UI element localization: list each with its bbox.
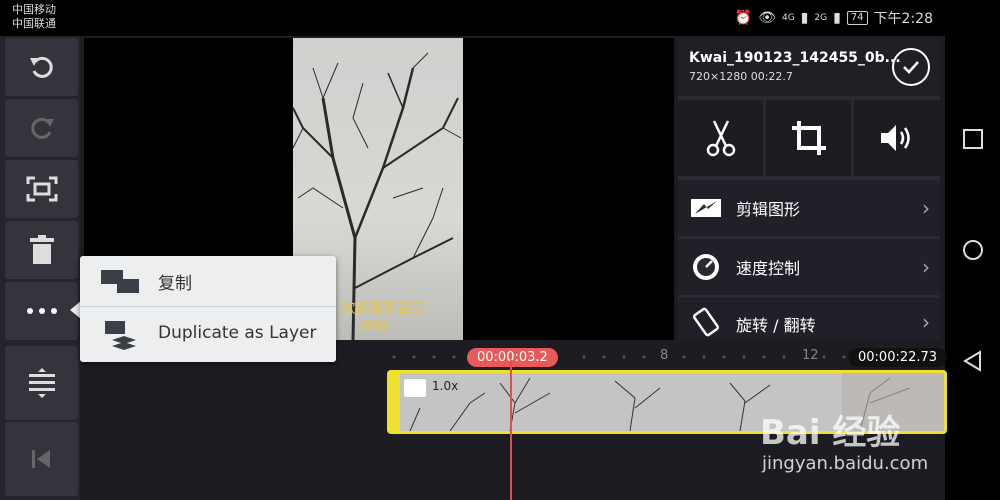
tick-label-8: 8 [660, 348, 669, 363]
duplicate-item[interactable]: 复制 [80, 256, 336, 306]
fullscreen-button[interactable] [5, 160, 78, 218]
status-bar: 中国移动 中国联通 ⏰ 👁 4G ▮ 2G ▮ 74 下午2:28 [0, 0, 945, 36]
signal-2g: 2G [814, 13, 828, 23]
alarm-icon: ⏰ [734, 10, 753, 26]
battery-indicator: 74 [846, 11, 868, 25]
eye-icon: 👁 [758, 10, 776, 26]
recents-button[interactable] [962, 128, 984, 150]
status-icons: ⏰ 👁 4G ▮ 2G ▮ 74 下午2:28 [735, 8, 933, 28]
popup-divider [80, 306, 336, 307]
duplicate-as-layer-label: Duplicate as Layer [158, 323, 317, 343]
menu-rotate-flip[interactable]: 旋转 / 翻转 › [678, 298, 940, 340]
carrier-1: 中国移动 [12, 3, 56, 16]
scissors-icon [706, 120, 735, 157]
duplicate-label: 复制 [158, 273, 192, 294]
duplicate-as-layer-item[interactable]: Duplicate as Layer [80, 308, 336, 358]
current-time: 00:00:03.2 [467, 348, 558, 367]
check-icon [903, 61, 919, 74]
rotate-icon [690, 306, 722, 338]
trash-icon [29, 235, 54, 264]
redo-button[interactable] [5, 99, 78, 157]
chevron-right-icon: › [922, 255, 930, 279]
clock: 下午2:28 [873, 11, 933, 27]
baidu-watermark-url: jingyan.baidu.com [762, 453, 929, 474]
redo-icon [30, 117, 54, 139]
more-icon [26, 308, 57, 314]
carrier-2: 中国联通 [12, 17, 56, 30]
menu-label: 旋转 / 翻转 [736, 316, 816, 335]
more-button[interactable] [5, 282, 78, 340]
signal-4g: 4G [781, 13, 795, 23]
chevron-right-icon: › [922, 196, 930, 220]
volume-icon [881, 125, 910, 151]
playhead[interactable] [510, 360, 512, 500]
duplicate-icon [101, 270, 139, 293]
clip-graphics-icon [690, 192, 722, 224]
chevron-right-icon: › [922, 310, 930, 334]
fullscreen-icon [26, 176, 57, 202]
undo-button[interactable] [5, 38, 78, 96]
total-time: 00:00:22.73 [848, 348, 948, 367]
left-toolbar [0, 36, 80, 500]
more-options-popup: 复制 Duplicate as Layer [80, 256, 336, 362]
undo-icon [29, 56, 53, 78]
align-button[interactable] [5, 346, 78, 420]
back-button[interactable] [962, 350, 984, 372]
trim-button[interactable] [678, 100, 763, 176]
subtitle-overlay: 子 欢迎来到百度 经验 [323, 300, 425, 336]
caption-line-2: 经验 [360, 319, 389, 335]
menu-speed-control[interactable]: 速度控制 › [678, 239, 940, 295]
crop-button[interactable] [766, 100, 851, 176]
confirm-button[interactable] [892, 48, 930, 86]
skip-start-button[interactable] [5, 422, 78, 496]
crop-icon [791, 121, 826, 155]
film-icon [404, 379, 426, 397]
signal-icon: ▮ [800, 10, 809, 26]
menu-label: 速度控制 [736, 259, 801, 278]
clip-title: Kwai_190123_142455_0b... [689, 50, 901, 66]
duplicate-layer-icon [105, 321, 136, 350]
home-button[interactable] [962, 239, 984, 261]
align-icon [28, 368, 55, 398]
clip-panel: Kwai_190123_142455_0b... 720×1280 00:22.… [678, 38, 940, 340]
clip-header: Kwai_190123_142455_0b... 720×1280 00:22.… [678, 38, 940, 96]
volume-button[interactable] [854, 100, 940, 176]
caption-line-1: 子 欢迎来到百度 [323, 301, 426, 317]
baidu-watermark: Bai 经验 [760, 413, 901, 453]
delete-button[interactable] [5, 221, 78, 279]
skip-start-icon [31, 450, 50, 468]
tick-label-12: 12 [802, 348, 819, 363]
menu-label: 剪辑图形 [736, 200, 801, 219]
speedometer-icon [690, 251, 722, 283]
menu-clip-graphics[interactable]: 剪辑图形 › [678, 180, 940, 236]
clip-meta: 720×1280 00:22.7 [689, 70, 793, 83]
system-nav-bar [945, 0, 1000, 500]
clip-speed: 1.0x [432, 379, 459, 393]
signal-icon: ▮ [833, 10, 841, 26]
